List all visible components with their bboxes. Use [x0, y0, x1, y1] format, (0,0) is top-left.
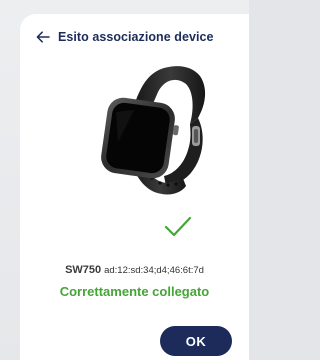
- association-result-sheet: Esito associazione device SW750 ad:12:sd…: [20, 14, 249, 360]
- device-name: SW750: [65, 264, 102, 276]
- arrow-left-icon[interactable]: [36, 31, 50, 43]
- ok-button[interactable]: OK: [160, 326, 232, 356]
- page-title: Esito associazione device: [58, 30, 214, 44]
- device-info: SW750 ad:12:sd:34;d4;46:6t:7d: [20, 264, 249, 276]
- connection-status: Correttamente collegato: [59, 284, 210, 299]
- header: Esito associazione device: [36, 30, 214, 44]
- checkmark-icon: [164, 216, 192, 237]
- device-mac-address: ad:12:sd:34;d4;46:6t:7d: [104, 265, 204, 276]
- device-image: [78, 62, 228, 204]
- smartwatch-image: [101, 66, 206, 195]
